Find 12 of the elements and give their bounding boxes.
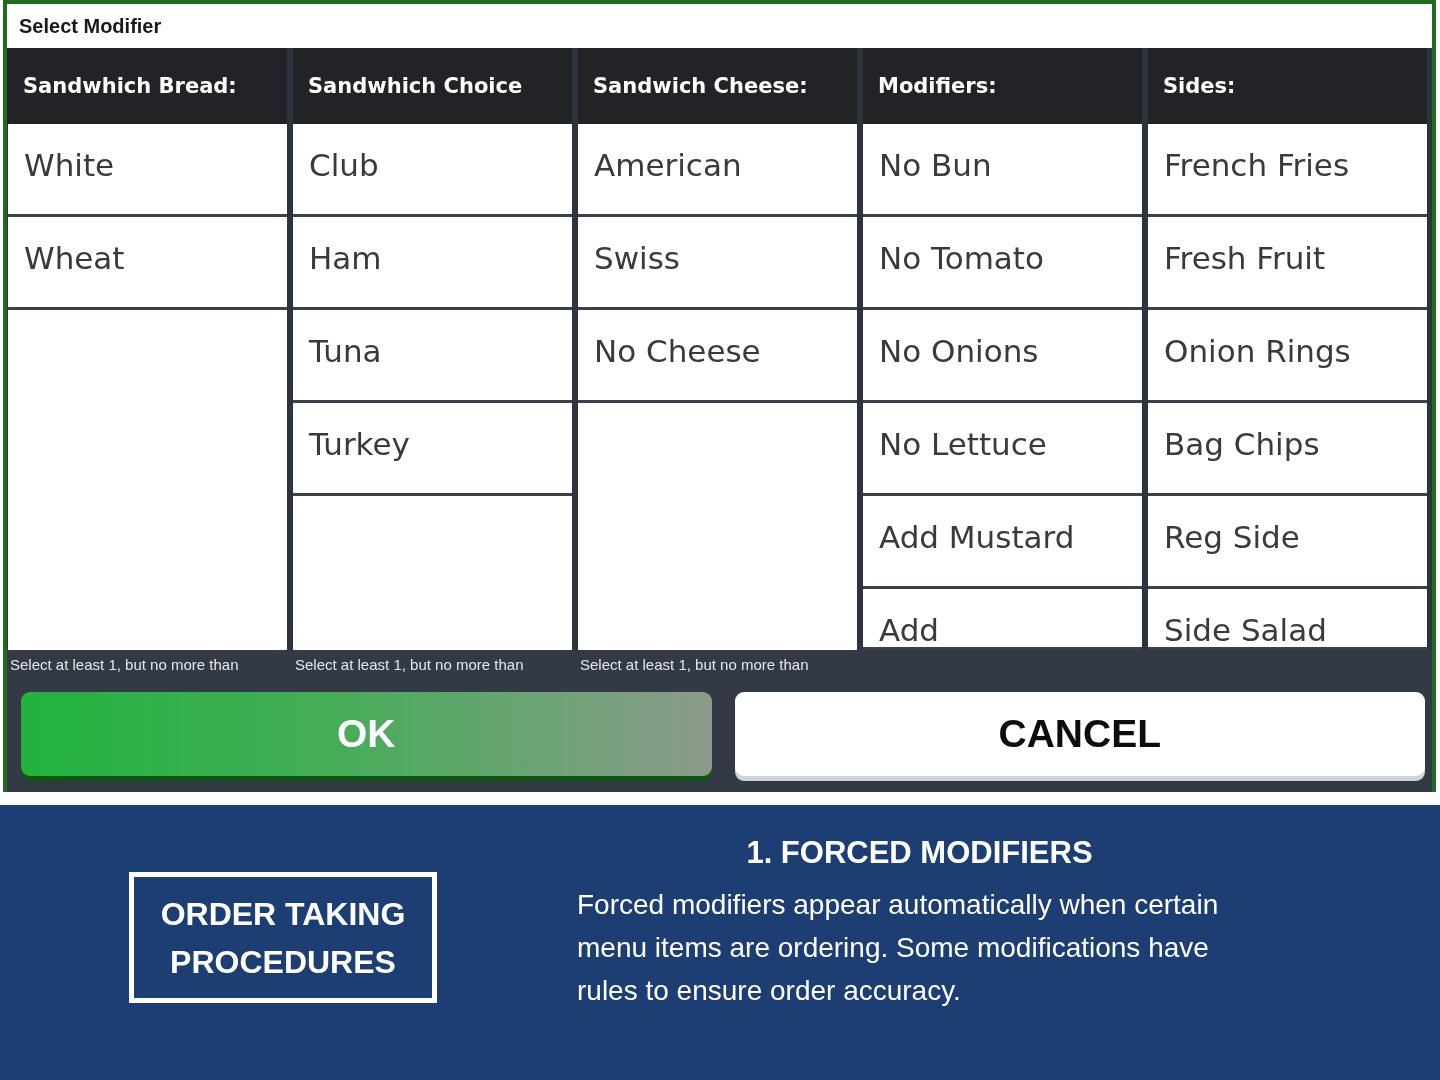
dialog-title: Select Modifier [19,14,162,38]
column-heading: Sides: [1148,48,1427,124]
section-badge: ORDER TAKING PROCEDURES [129,872,437,1003]
column-heading: Sandwhich Bread: [7,48,287,124]
slide-heading: 1. FORCED MODIFIERS [746,835,1093,871]
selection-rule-note: Select at least 1, but no more than [10,656,239,673]
column-heading: Modifiers: [863,48,1142,124]
column-heading: Sandwhich Choice [293,48,572,124]
selection-rule-note: Select at least 1, but no more than [295,656,524,673]
selection-rule-note: Select at least 1, but no more than [580,656,809,673]
slide-paragraph: Forced modifiers appear automatically when certain menu items are ordering. Some modifications have rules to ensure order accuracy. [577,888,1220,1008]
column-heading: Sandwich Cheese: [578,48,857,124]
